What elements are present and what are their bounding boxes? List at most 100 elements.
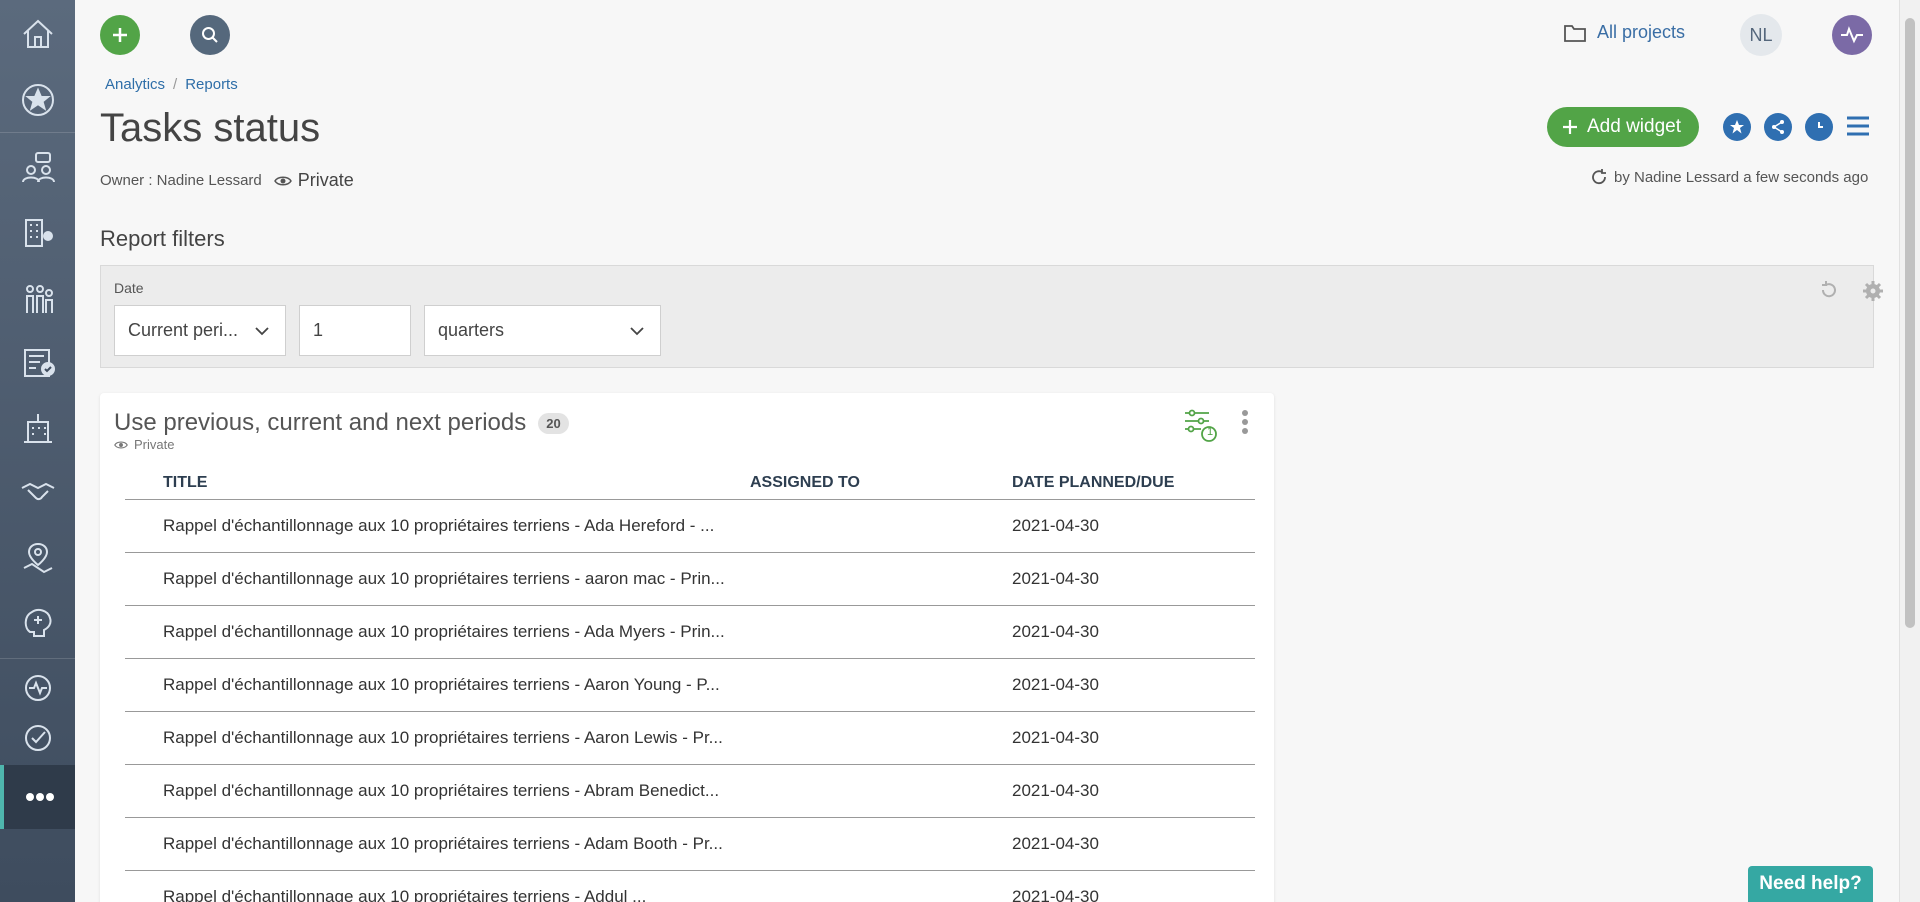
row-date: 2021-04-30 [1012,728,1099,747]
table-row[interactable]: Rappel d'échantillonnage aux 10 propriét… [125,659,1255,712]
check-circle-icon[interactable] [0,708,75,768]
row-title: Rappel d'échantillonnage aux 10 propriét… [163,675,720,694]
vertical-dots-icon [1242,410,1248,434]
menu-button[interactable] [1846,115,1870,142]
add-widget-label: Add widget [1587,116,1682,137]
organizations-icon[interactable] [0,202,75,262]
all-projects-label: All projects [1597,22,1686,42]
pulse-icon [1841,26,1863,44]
table-row[interactable]: Rappel d'échantillonnage aux 10 propriét… [125,871,1255,902]
last-updated: by Nadine Lessard a few seconds ago [1590,168,1868,186]
clock-icon [1818,122,1823,128]
mind-map-icon[interactable] [0,592,75,652]
row-date: 2021-04-30 [1012,834,1099,853]
hamburger-icon [1847,116,1869,136]
row-date: 2021-04-30 [1012,675,1099,694]
buildings-icon[interactable] [0,398,75,458]
number-input[interactable]: 1 [299,305,411,356]
updated-label: by Nadine Lessard a few seconds ago [1614,168,1869,186]
search-button[interactable] [190,15,230,55]
row-title: Rappel d'échantillonnage aux 10 propriét… [163,516,715,535]
chevron-down-icon [630,327,644,336]
map-pin-icon[interactable] [0,528,75,588]
owner-label: Owner : Nadine Lessard [100,172,262,189]
add-widget-button[interactable]: Add widget [1547,107,1700,147]
table-header: TITLE ASSIGNED TO DATE PLANNED/DUE [125,468,1255,500]
sidebar [0,0,75,902]
row-date: 2021-04-30 [1012,569,1099,588]
all-projects-link[interactable]: All projects [1563,22,1685,43]
report-widget: Use previous, current and next periods 2… [100,393,1274,902]
chevron-down-icon [255,327,269,336]
table-row[interactable]: Rappel d'échantillonnage aux 10 propriét… [125,818,1255,871]
column-assigned[interactable]: ASSIGNED TO [750,474,860,492]
report-filters-title: Report filters [100,226,225,251]
row-title: Rappel d'échantillonnage aux 10 propriét… [163,569,725,588]
date-filter-label: Date [114,280,144,296]
number-value: 1 [313,320,324,340]
plus-icon [113,28,127,42]
plus-icon [1563,120,1577,134]
widget-menu-button[interactable] [1241,409,1249,440]
row-date: 2021-04-30 [1012,887,1099,902]
breadcrumb: Analytics / Reports [105,76,238,93]
tasks-table: TITLE ASSIGNED TO DATE PLANNED/DUE Rappe… [125,468,1255,902]
period-select[interactable]: Current peri... [114,305,286,356]
widget-title-row: Use previous, current and next periods 2… [114,409,569,437]
column-title[interactable]: TITLE [163,474,207,492]
filter-panel: Date Current peri... 1 quarters [100,265,1883,368]
star-icon[interactable] [0,70,75,130]
page-scrollbar[interactable] [1899,0,1920,902]
row-title: Rappel d'échantillonnage aux 10 propriét… [163,887,647,902]
filter-count: 1 [1206,426,1214,438]
breadcrumb-reports[interactable]: Reports [185,76,238,93]
page-title: Tasks status [100,106,321,150]
widget-filter-button[interactable]: 1 [1183,407,1219,448]
count-badge: 20 [538,412,569,434]
table-row[interactable]: Rappel d'échantillonnage aux 10 propriét… [125,765,1255,818]
groups-icon[interactable] [0,268,75,328]
table-row[interactable]: Rappel d'échantillonnage aux 10 propriét… [125,712,1255,765]
eye-icon [114,441,128,448]
share-icon [1772,120,1784,134]
search-icon [202,27,218,43]
row-title: Rappel d'échantillonnage aux 10 propriét… [163,781,720,800]
breadcrumb-separator: / [173,76,178,93]
stakeholders-icon[interactable] [0,138,75,198]
star-icon [1730,120,1744,134]
table-row[interactable]: Rappel d'échantillonnage aux 10 propriét… [125,606,1255,659]
folder-icon [1564,24,1586,42]
period-value: Current peri... [128,320,239,340]
widget-title: Use previous, current and next periods [114,409,527,436]
scrollbar-thumb[interactable] [1905,18,1915,628]
unit-select[interactable]: quarters [424,305,661,356]
row-title: Rappel d'échantillonnage aux 10 propriét… [163,622,725,641]
owner-info: Owner : Nadine Lessard Private [100,170,354,191]
avatar[interactable]: NL [1740,14,1782,56]
favorite-button[interactable] [1723,113,1751,141]
more-icon[interactable] [0,765,75,829]
reset-icon[interactable] [1818,279,1840,301]
home-icon[interactable] [0,4,75,64]
visibility-toggle[interactable]: Private [273,170,354,191]
visibility-label: Private [297,170,354,190]
gear-icon[interactable] [1861,279,1885,303]
refresh-icon[interactable] [1590,168,1608,186]
table-row[interactable]: Rappel d'échantillonnage aux 10 propriét… [125,553,1255,606]
need-help-button[interactable]: Need help? [1748,866,1873,902]
widget-visibility: Private [114,437,174,452]
main-area: All projects NL Analytics / Reports Task… [75,0,1900,902]
breadcrumb-analytics[interactable]: Analytics [105,76,165,93]
table-row[interactable]: Rappel d'échantillonnage aux 10 propriét… [125,500,1255,553]
handshake-icon[interactable] [0,462,75,522]
column-date[interactable]: DATE PLANNED/DUE [1012,474,1174,492]
tasks-checklist-icon[interactable] [0,332,75,392]
eye-icon [273,176,292,185]
row-title: Rappel d'échantillonnage aux 10 propriét… [163,728,723,747]
add-button[interactable] [100,15,140,55]
activity-feed-button[interactable] [1832,15,1872,55]
schedule-button[interactable] [1805,113,1833,141]
share-button[interactable] [1764,113,1792,141]
row-date: 2021-04-30 [1012,516,1099,535]
unit-value: quarters [438,320,505,340]
